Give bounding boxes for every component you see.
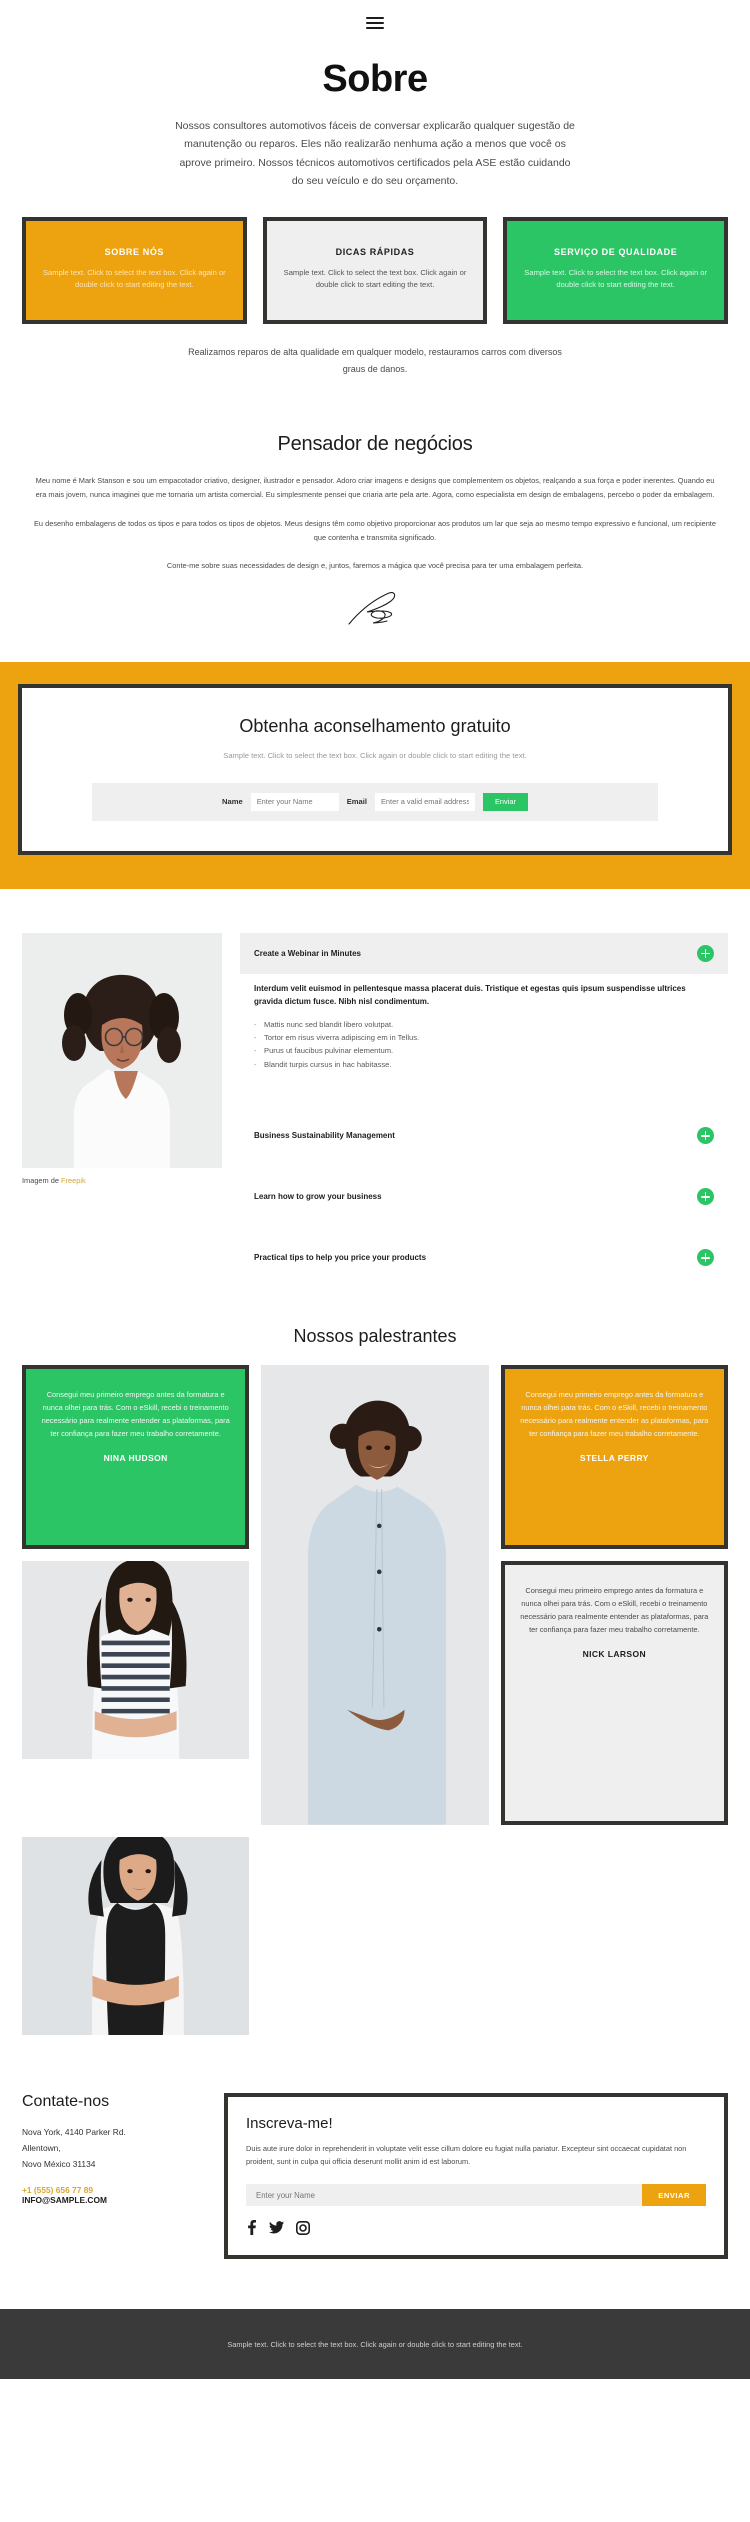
hero-paragraph: Nossos consultores automotivos fáceis de… [175, 120, 575, 188]
advice-box: Obtenha aconselhamento gratuito Sample t… [18, 683, 732, 855]
contact-section: Contate-nos Nova York, 4140 Parker Rd. A… [0, 2035, 750, 2260]
address-line-1: Nova York, 4140 Parker Rd. [22, 2126, 126, 2137]
subscribe-title: Inscreva-me! [246, 2114, 333, 2132]
list-item: Purus ut faucibus pulvinar elementum. [254, 1044, 714, 1058]
instagram-icon[interactable] [296, 2220, 310, 2235]
card-title: DICAS RÁPIDAS [335, 246, 415, 257]
feature-card-tips[interactable]: DICAS RÁPIDAS Sample text. Click to sele… [262, 216, 488, 325]
card-title: SOBRE NÓS [104, 246, 165, 257]
accordion-item-label: Business Sustainability Management [254, 1131, 395, 1141]
advice-title: Obtenha aconselhamento gratuito [239, 715, 511, 736]
feature-card-about[interactable]: SOBRE NÓS Sample text. Click to select t… [22, 216, 247, 325]
speaker-name: STELLA PERRY [579, 1452, 649, 1463]
plus-icon[interactable] [697, 1127, 714, 1145]
accordion-bullet-list: Mattis nunc sed blandit libero volutpat.… [254, 1018, 714, 1071]
email-label: Email [346, 797, 367, 807]
card-text: Sample text. Click to select the text bo… [524, 267, 708, 290]
name-label: Name [222, 797, 243, 807]
contact-address: Nova York, 4140 Parker Rd. Allentown, No… [22, 2125, 202, 2173]
accordion-item-label: Create a Webinar in Minutes [254, 948, 361, 958]
plus-icon[interactable] [697, 944, 714, 962]
accordion-item-webinar[interactable]: Create a Webinar in Minutes [240, 932, 728, 974]
speaker-quote-nina: Consegui meu primeiro emprego antes da f… [22, 1365, 250, 1549]
twitter-icon[interactable] [269, 2221, 284, 2234]
contact-phone[interactable]: +1 (555) 656 77 89 [22, 2185, 202, 2195]
accordion-list: Create a Webinar in Minutes Interdum vel… [240, 932, 728, 1279]
facebook-icon[interactable] [246, 2220, 257, 2236]
accordion-item-pricing[interactable]: Practical tips to help you price your pr… [240, 1237, 728, 1278]
plus-icon[interactable] [697, 1249, 714, 1267]
accordion-section: Imagem de Freepik Create a Webinar in Mi… [0, 889, 750, 1279]
thinker-paragraph-2: Eu desenho embalagens de todos os tipos … [34, 518, 716, 542]
card-title: SERVIÇO DE QUALIDADE [554, 246, 678, 257]
speaker-quote-stella: Consegui meu primeiro emprego antes da f… [500, 1365, 728, 1549]
social-links [246, 2220, 706, 2236]
speaker-name: NINA HUDSON [103, 1452, 168, 1463]
feature-cards: SOBRE NÓS Sample text. Click to select t… [0, 191, 750, 325]
contact-email[interactable]: INFO@SAMPLE.COM [22, 2195, 202, 2205]
accordion-item-label: Learn how to grow your business [254, 1192, 382, 1202]
accordion-body-bold: Interdum velit euismod in pellentesque m… [254, 983, 686, 1006]
subscribe-name-input[interactable] [246, 2184, 643, 2207]
list-item: Tortor em risus viverra adipiscing em in… [254, 1031, 714, 1045]
top-bar [0, 0, 750, 46]
subscribe-submit-button[interactable]: ENVIAR [642, 2184, 706, 2207]
speaker-quote-text: Consegui meu primeiro emprego antes da f… [520, 1585, 709, 1634]
cards-note: Realizamos reparos de alta qualidade em … [188, 347, 562, 374]
footer: Sample text. Click to select the text bo… [0, 2309, 750, 2380]
advice-form: Name Email Enviar [92, 782, 658, 821]
speaker-quote-text: Consegui meu primeiro emprego antes da f… [41, 1390, 230, 1438]
subscribe-box: Inscreva-me! Duis aute irure dolor in re… [224, 2092, 728, 2260]
portrait-image [22, 932, 222, 1168]
footer-text: Sample text. Click to select the text bo… [227, 2339, 523, 2349]
speakers-section: Nossos palestrantes Consegui meu primeir… [0, 1278, 750, 2035]
signature-icon [18, 588, 732, 628]
contact-info: Contate-nos Nova York, 4140 Parker Rd. A… [22, 2093, 202, 2205]
accordion-item-grow[interactable]: Learn how to grow your business [240, 1176, 728, 1217]
speakers-grid: Consegui meu primeiro emprego antes da f… [0, 1365, 750, 2035]
portrait-column: Imagem de Freepik [22, 932, 222, 1185]
hero-section: Sobre Nossos consultores automotivos fác… [0, 46, 750, 191]
list-item: Mattis nunc sed blandit libero volutpat. [254, 1018, 714, 1032]
speaker-photo-man [261, 1365, 489, 1825]
advice-lead: Sample text. Click to select the text bo… [223, 750, 527, 760]
hamburger-icon[interactable] [366, 17, 384, 29]
subscribe-form: ENVIAR [246, 2184, 706, 2207]
thinker-title: Pensador de negócios [277, 432, 473, 455]
speaker-quote-text: Consegui meu primeiro emprego antes da f… [520, 1390, 709, 1438]
list-item: Blandit turpis cursus in hac habitasse. [254, 1058, 714, 1072]
speaker-photo-woman-striped [22, 1560, 250, 1759]
speaker-name: NICK LARSON [582, 1648, 647, 1659]
plus-icon[interactable] [697, 1188, 714, 1206]
subscribe-text: Duis aute irure dolor in reprehenderit i… [246, 2143, 687, 2167]
address-line-2: Allentown, [22, 2142, 61, 2153]
advice-submit-button[interactable]: Enviar [483, 792, 528, 811]
feature-card-quality[interactable]: SERVIÇO DE QUALIDADE Sample text. Click … [503, 216, 729, 325]
accordion-body-webinar: Interdum velit euismod in pellentesque m… [240, 974, 728, 1090]
accordion-item-sustainability[interactable]: Business Sustainability Management [240, 1115, 728, 1156]
page-root: Sobre Nossos consultores automotivos fác… [0, 0, 750, 2380]
thinker-section: Pensador de negócios Meu nome é Mark Sta… [0, 377, 750, 628]
card-text: Sample text. Click to select the text bo… [283, 267, 467, 290]
speaker-photo-woman-black [22, 1836, 250, 2035]
address-line-3: Novo México 31134 [22, 2158, 96, 2169]
thinker-paragraph-1: Meu nome é Mark Stanson e sou um empacot… [35, 475, 715, 500]
accordion-item-label: Practical tips to help you price your pr… [254, 1253, 427, 1263]
advice-section: Obtenha aconselhamento gratuito Sample t… [0, 661, 750, 889]
page-title: Sobre [322, 58, 428, 100]
image-credit-prefix: Imagem de [22, 1175, 62, 1185]
image-credit-link[interactable]: Freepik [61, 1176, 86, 1185]
email-input[interactable] [375, 792, 475, 811]
contact-title: Contate-nos [22, 2092, 110, 2110]
card-text: Sample text. Click to select the text bo… [42, 267, 226, 290]
image-credit: Imagem de Freepik [22, 1176, 222, 1185]
thinker-paragraph-3: Conte-me sobre suas necessidades de desi… [166, 561, 584, 571]
speakers-title: Nossos palestrantes [293, 1326, 457, 1347]
name-input[interactable] [250, 792, 339, 811]
speaker-quote-nick: Consegui meu primeiro emprego antes da f… [500, 1560, 728, 1825]
